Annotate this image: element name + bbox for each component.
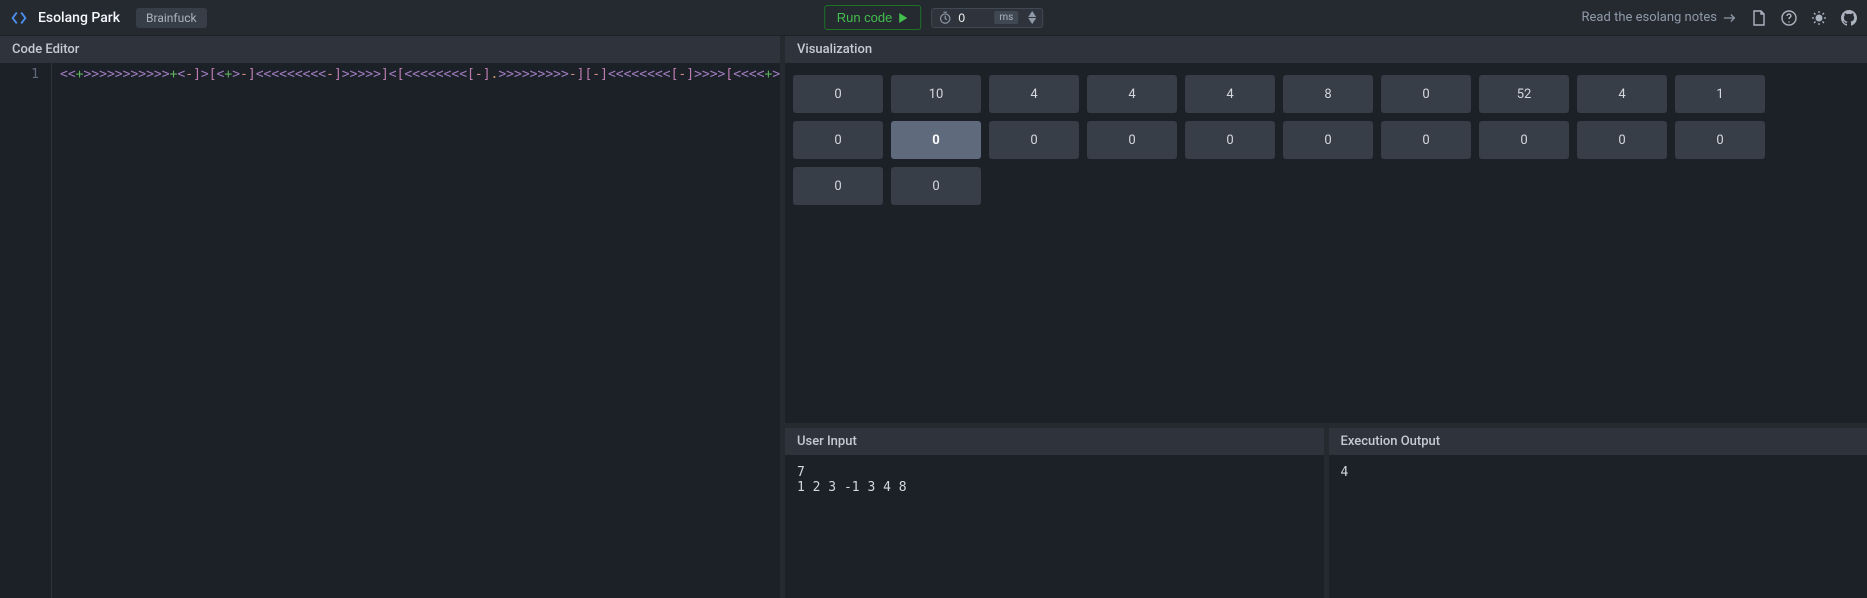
user-input-title: User Input bbox=[785, 428, 1324, 455]
play-icon bbox=[898, 13, 908, 23]
code-line-1[interactable]: <<+>>>>>>>>>>>+<-]>[<+>-]<<<<<<<<<-]>>>>… bbox=[52, 63, 780, 598]
execution-output-title: Execution Output bbox=[1329, 428, 1867, 455]
memory-cell-15: 0 bbox=[1283, 121, 1373, 159]
memory-cell-12: 0 bbox=[989, 121, 1079, 159]
run-label: Run code bbox=[837, 10, 893, 25]
app-logo-icon bbox=[10, 9, 28, 27]
notes-link[interactable]: Read the esolang notes bbox=[1582, 10, 1737, 25]
memory-cell-13: 0 bbox=[1087, 121, 1177, 159]
gutter-line-1: 1 bbox=[0, 63, 52, 598]
app-title: Esolang Park bbox=[38, 10, 120, 26]
github-icon[interactable] bbox=[1841, 10, 1857, 26]
memory-cell-8: 4 bbox=[1577, 75, 1667, 113]
interval-stepper[interactable] bbox=[1028, 11, 1036, 24]
memory-cell-2: 4 bbox=[989, 75, 1079, 113]
memory-cell-4: 4 bbox=[1185, 75, 1275, 113]
memory-cell-10: 0 bbox=[793, 121, 883, 159]
memory-cell-0: 0 bbox=[793, 75, 883, 113]
timer-icon bbox=[938, 11, 952, 25]
arrow-right-icon bbox=[1723, 11, 1737, 25]
file-icon[interactable] bbox=[1751, 10, 1767, 26]
memory-cell-14: 0 bbox=[1185, 121, 1275, 159]
interval-input-group[interactable]: ms bbox=[931, 8, 1043, 28]
memory-cell-16: 0 bbox=[1381, 121, 1471, 159]
memory-cell-17: 0 bbox=[1479, 121, 1569, 159]
run-button[interactable]: Run code bbox=[824, 5, 922, 30]
user-input-content[interactable]: 7 1 2 3 -1 3 4 8 bbox=[785, 455, 1324, 598]
memory-cell-9: 1 bbox=[1675, 75, 1765, 113]
theme-icon[interactable] bbox=[1811, 10, 1827, 26]
execution-output-content: 4 bbox=[1329, 455, 1867, 598]
visualization-title: Visualization bbox=[785, 36, 1867, 63]
chevron-up-icon[interactable] bbox=[1028, 11, 1036, 17]
memory-cell-1: 10 bbox=[891, 75, 981, 113]
memory-cell-18: 0 bbox=[1577, 121, 1667, 159]
editor-title: Code Editor bbox=[0, 36, 780, 63]
interval-unit: ms bbox=[994, 11, 1018, 24]
interval-input[interactable] bbox=[958, 11, 988, 25]
memory-cell-7: 52 bbox=[1479, 75, 1569, 113]
language-badge[interactable]: Brainfuck bbox=[136, 8, 207, 28]
memory-cell-20: 0 bbox=[793, 167, 883, 205]
memory-cell-21: 0 bbox=[891, 167, 981, 205]
help-icon[interactable] bbox=[1781, 10, 1797, 26]
memory-cell-11: 0 bbox=[891, 121, 981, 159]
memory-cell-5: 8 bbox=[1283, 75, 1373, 113]
code-editor[interactable]: 1 <<+>>>>>>>>>>>+<-]>[<+>-]<<<<<<<<<-]>>… bbox=[0, 63, 780, 598]
memory-cell-19: 0 bbox=[1675, 121, 1765, 159]
memory-tape: 010444805241000000000000 bbox=[785, 63, 1867, 217]
memory-cell-3: 4 bbox=[1087, 75, 1177, 113]
memory-cell-6: 0 bbox=[1381, 75, 1471, 113]
chevron-down-icon[interactable] bbox=[1028, 18, 1036, 24]
